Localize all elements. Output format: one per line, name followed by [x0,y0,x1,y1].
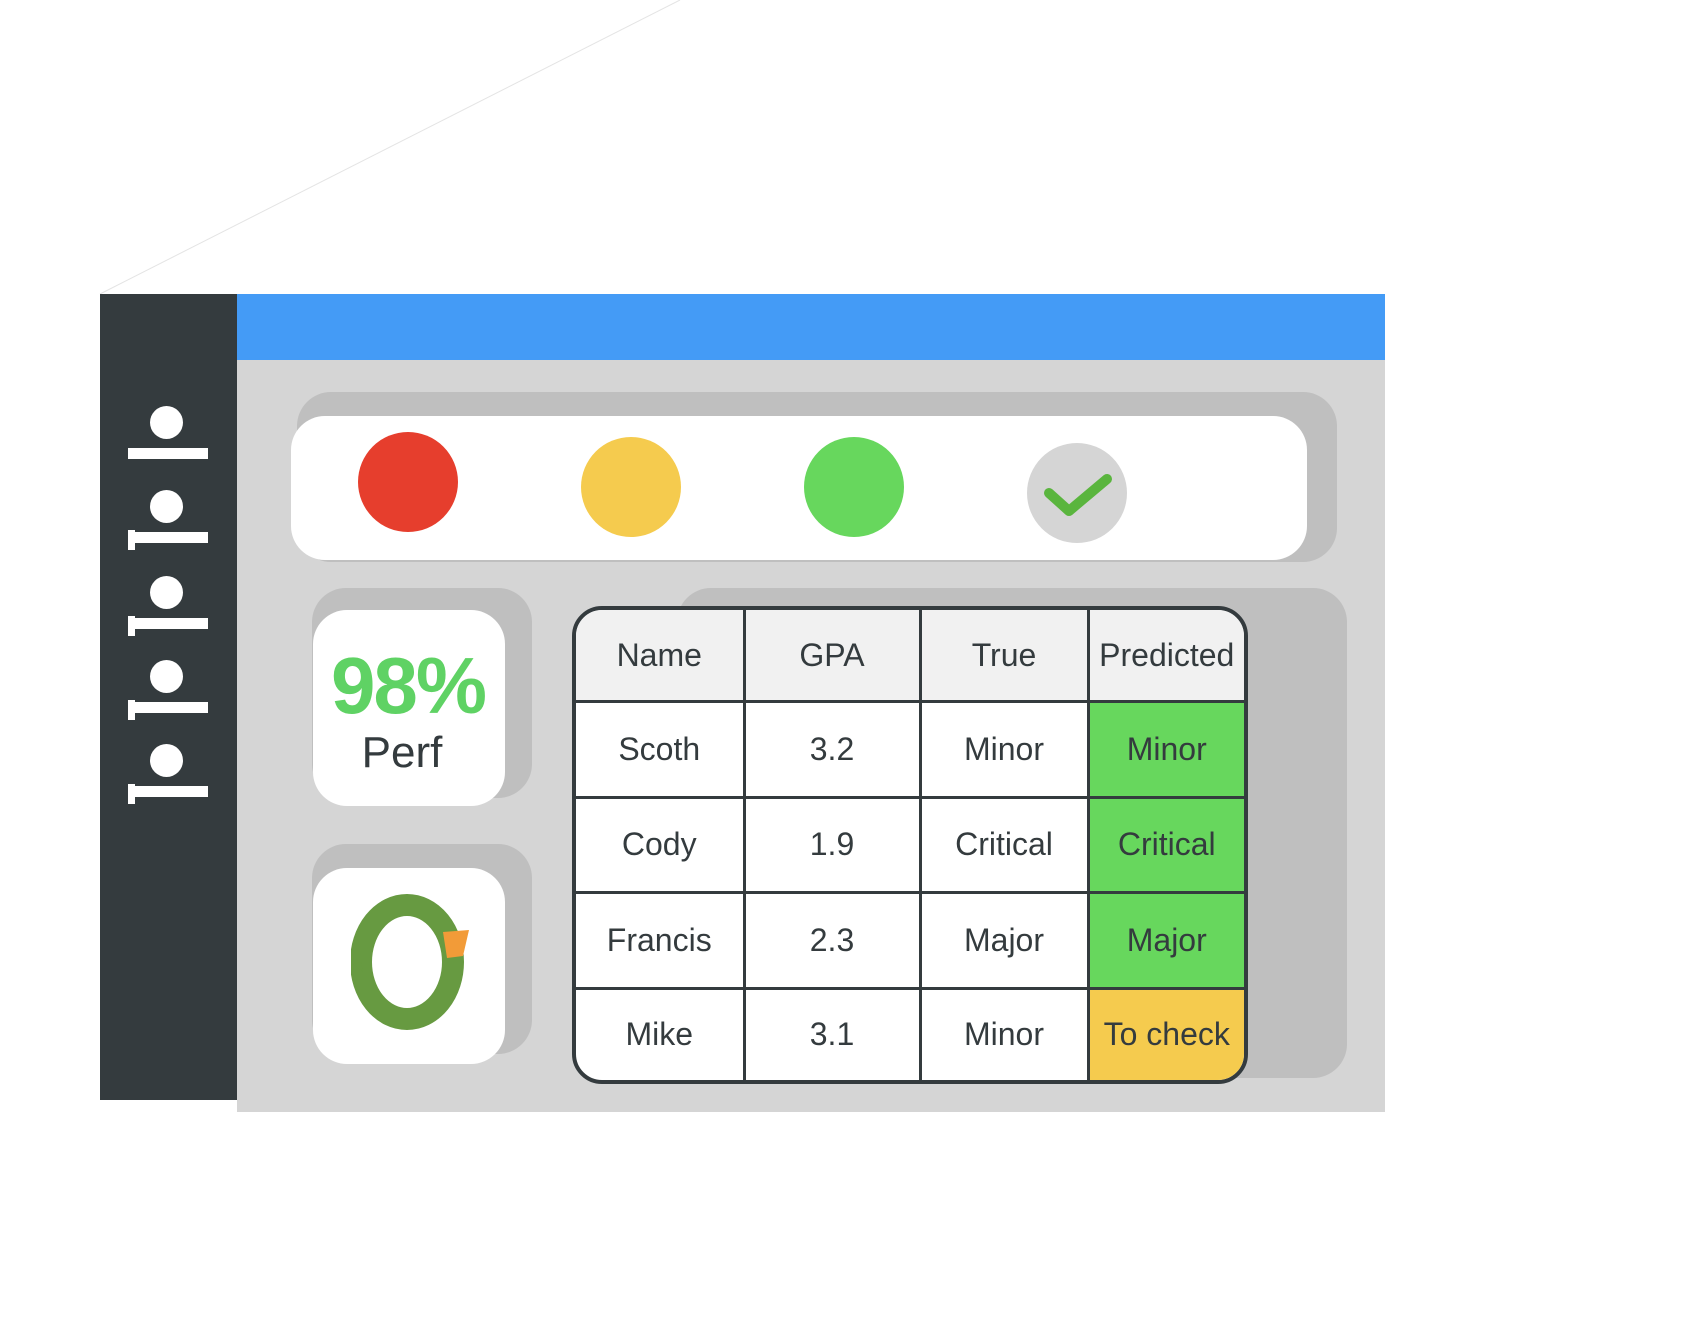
cell-true: Critical [918,795,1090,895]
cell-true: Major [918,891,1090,990]
donut-card [313,868,505,1064]
column-header-true[interactable]: True [918,610,1090,703]
sidebar-item-4[interactable] [128,660,208,724]
column-header-name[interactable]: Name [576,610,746,703]
status-light-yellow[interactable] [581,437,681,537]
sidebar-item-5[interactable] [128,744,208,808]
column-header-predicted[interactable]: Predicted [1086,610,1244,703]
results-table: Name GPA True Predicted Scoth 3.2 Minor … [572,606,1248,1084]
cell-gpa: 1.9 [742,795,922,895]
illustration-stage: 98% Perf Name GPA True Predicted Scoth 3… [0,0,1688,1328]
cell-name: Cody [576,795,746,895]
perf-value: 98% [330,641,487,730]
status-light-check[interactable] [1027,443,1127,543]
sidebar-item-3[interactable] [128,576,208,640]
sidebar [100,294,237,1100]
cell-gpa: 3.1 [742,986,922,1080]
cell-gpa: 2.3 [742,891,922,990]
cell-name: Scoth [576,700,746,799]
sidebar-item-bar [128,448,208,459]
sidebar-item-icon [150,576,183,609]
title-bar [237,294,1385,360]
cell-name: Mike [576,986,746,1080]
sidebar-item-tick [128,530,135,550]
sidebar-item-icon [150,744,183,777]
table-header-row: Name GPA True Predicted [576,610,1244,703]
cell-predicted: Major [1086,891,1244,990]
sidebar-item-bar [128,618,208,629]
sketch-line [99,0,681,295]
cell-predicted: Critical [1086,795,1244,895]
sidebar-item-tick [128,784,135,804]
sidebar-item-bar [128,786,208,797]
perf-card: 98% Perf [313,610,505,806]
status-light-green[interactable] [804,437,904,537]
sidebar-item-bar [128,532,208,543]
sidebar-item-1[interactable] [128,406,208,470]
table-row[interactable]: Mike 3.1 Minor To check [576,986,1244,1080]
cell-name: Francis [576,891,746,990]
status-light-red[interactable] [358,432,458,532]
perf-label: Perf [361,728,443,777]
sidebar-item-bar [128,702,208,713]
status-panel [291,416,1307,560]
column-header-gpa[interactable]: GPA [742,610,922,703]
cell-predicted: Minor [1086,700,1244,799]
app-window: 98% Perf Name GPA True Predicted Scoth 3… [100,294,1385,1112]
sidebar-item-icon [150,490,183,523]
cell-predicted: To check [1086,986,1244,1080]
sidebar-item-icon [150,660,183,693]
cell-true: Minor [918,700,1090,799]
cell-true: Minor [918,986,1090,1080]
checkmark-icon [1044,474,1112,516]
sidebar-item-2[interactable] [128,490,208,554]
table-row[interactable]: Francis 2.3 Major Major [576,891,1244,990]
sidebar-item-tick [128,700,135,720]
donut-chart-icon [351,894,469,1030]
table-row[interactable]: Cody 1.9 Critical Critical [576,795,1244,895]
cell-gpa: 3.2 [742,700,922,799]
table-row[interactable]: Scoth 3.2 Minor Minor [576,700,1244,799]
sidebar-item-icon [150,406,183,439]
sidebar-item-tick [128,616,135,636]
